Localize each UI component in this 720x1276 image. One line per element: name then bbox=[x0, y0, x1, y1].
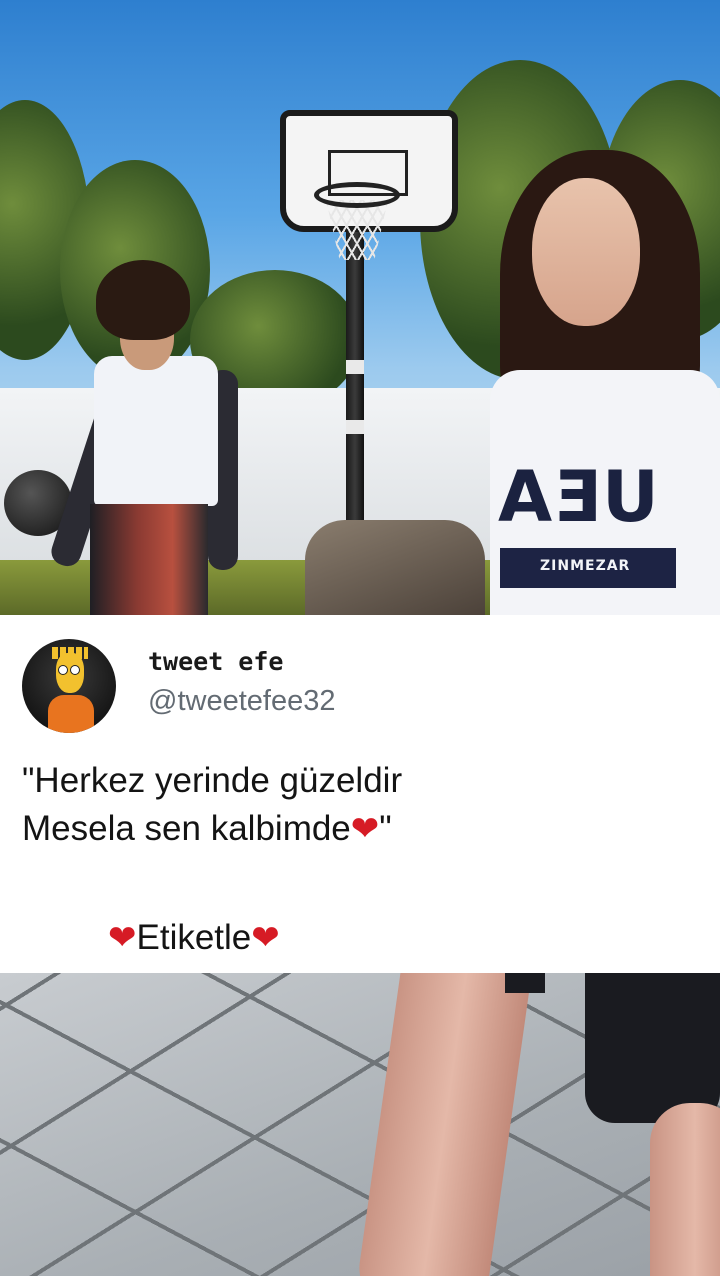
face bbox=[532, 178, 640, 326]
bottom-photo bbox=[0, 973, 720, 1276]
bag bbox=[305, 520, 485, 615]
tweet-line-1: "Herkez yerinde güzeldir bbox=[22, 761, 403, 800]
hoop-rim bbox=[314, 182, 400, 208]
pole-stripe bbox=[346, 360, 364, 374]
shorts-edge bbox=[505, 973, 545, 993]
tweet-line-2-quote: " bbox=[379, 809, 392, 848]
hoop-pole bbox=[346, 230, 364, 550]
top-photo: AƎU AƎU ZINMEZAR bbox=[0, 0, 720, 615]
tweet-card: tweet efe @tweetefee32 "Herkez yerinde g… bbox=[0, 615, 720, 973]
jersey: AƎU bbox=[94, 356, 218, 545]
jersey-band: ZINMEZAR bbox=[500, 548, 676, 588]
jersey-logo: AƎU bbox=[498, 456, 660, 538]
tweet-text: "Herkez yerinde güzeldir Mesela sen kalb… bbox=[22, 757, 702, 853]
heart-icon: ❤ bbox=[350, 809, 380, 849]
avatar-eye bbox=[70, 665, 80, 675]
jersey-band-text: ZINMEZAR bbox=[540, 558, 631, 574]
hair bbox=[96, 260, 190, 340]
tag-line: ❤Etiketle❤ bbox=[108, 918, 280, 958]
person-left: AƎU bbox=[47, 260, 250, 615]
leg bbox=[650, 1103, 720, 1276]
shorts bbox=[585, 973, 720, 1123]
leg bbox=[354, 973, 536, 1276]
avatar[interactable] bbox=[22, 639, 116, 733]
hoop-net bbox=[326, 200, 388, 260]
user-handle[interactable]: @tweetefee32 bbox=[148, 685, 335, 718]
tweet-line-2: Mesela sen kalbimde bbox=[22, 809, 351, 848]
person-right: AƎU ZINMEZAR bbox=[484, 150, 720, 615]
avatar-body bbox=[48, 695, 94, 733]
shorts bbox=[90, 504, 208, 615]
avatar-eye bbox=[58, 665, 68, 675]
heart-icon: ❤ bbox=[108, 918, 137, 958]
pole-stripe bbox=[346, 420, 364, 434]
display-name[interactable]: tweet efe bbox=[148, 647, 283, 676]
tag-label: Etiketle bbox=[136, 918, 252, 957]
heart-icon: ❤ bbox=[251, 918, 280, 958]
